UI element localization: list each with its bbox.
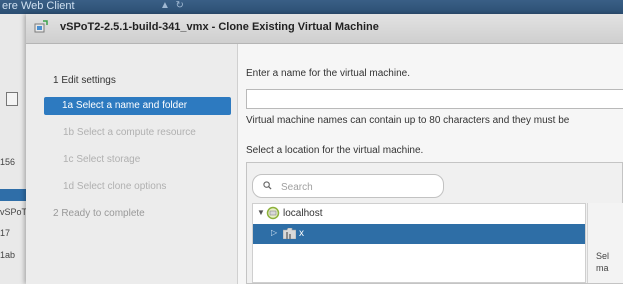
details-side-panel: Sel ma <box>587 203 623 283</box>
step-select-clone-options: 1d Select clone options <box>63 181 167 192</box>
expand-toggle-icon[interactable]: ▼ <box>257 208 265 217</box>
location-panel: ▼ localhost ▷ x <box>246 162 623 284</box>
background-doc-icon <box>6 92 18 106</box>
collapse-toggle-icon[interactable]: ▷ <box>271 228 277 237</box>
tree-row-x[interactable]: ▷ x <box>253 224 585 244</box>
name-hint: Virtual machine names can contain up to … <box>246 115 570 126</box>
background-sidebar-item: 156 <box>0 157 16 167</box>
vm-name-input[interactable] <box>246 89 623 109</box>
background-sidebar-item: vSPoT2 <box>0 207 26 217</box>
dialog-header: vSPoT2-2.5.1-build-341_vmx - Clone Exist… <box>26 14 623 44</box>
search-icon <box>263 181 272 190</box>
dialog-title: vSPoT2-2.5.1-build-341_vmx - Clone Exist… <box>60 21 379 33</box>
background-sidebar-item: 1ab <box>0 250 16 260</box>
side-panel-text: Sel <box>596 251 610 261</box>
step-ready-to-complete: 2 Ready to complete <box>53 208 145 219</box>
step-select-compute-resource: 1b Select a compute resource <box>63 127 196 138</box>
name-prompt: Enter a name for the virtual machine. <box>246 68 410 79</box>
tree-label-x: x <box>299 228 304 239</box>
search-input[interactable] <box>279 178 433 196</box>
step-select-storage: 1c Select storage <box>63 154 141 165</box>
vm-clone-icon <box>34 20 48 33</box>
background-app-title: ere Web Client <box>2 0 75 12</box>
step-edit-settings: 1 Edit settings <box>53 75 116 86</box>
background-app-header: ere Web Client ▲ ↻ <box>0 0 623 14</box>
background-header-icons: ▲ ↻ <box>160 0 184 11</box>
host-icon <box>266 206 280 220</box>
background-sidebar-item: 17 <box>0 228 11 238</box>
step-select-name-folder[interactable]: 1a Select a name and folder <box>44 97 231 115</box>
tree-row-localhost[interactable]: ▼ localhost <box>253 204 585 224</box>
clone-vm-dialog: vSPoT2-2.5.1-build-341_vmx - Clone Exist… <box>26 14 623 284</box>
search-box[interactable] <box>252 174 444 198</box>
background-sidebar: 156 vSPoT2 17 1ab <box>0 14 26 284</box>
background-sidebar-selected <box>0 189 26 201</box>
wizard-steps: 1 Edit settings 1a Select a name and fol… <box>26 44 238 284</box>
folder-tree: ▼ localhost ▷ x <box>252 203 586 283</box>
wizard-content: Enter a name for the virtual machine. Vi… <box>238 44 623 284</box>
tree-label-localhost: localhost <box>283 208 323 219</box>
side-panel-text: ma <box>596 263 609 273</box>
location-prompt: Select a location for the virtual machin… <box>246 145 424 156</box>
folder-icon <box>283 228 296 239</box>
